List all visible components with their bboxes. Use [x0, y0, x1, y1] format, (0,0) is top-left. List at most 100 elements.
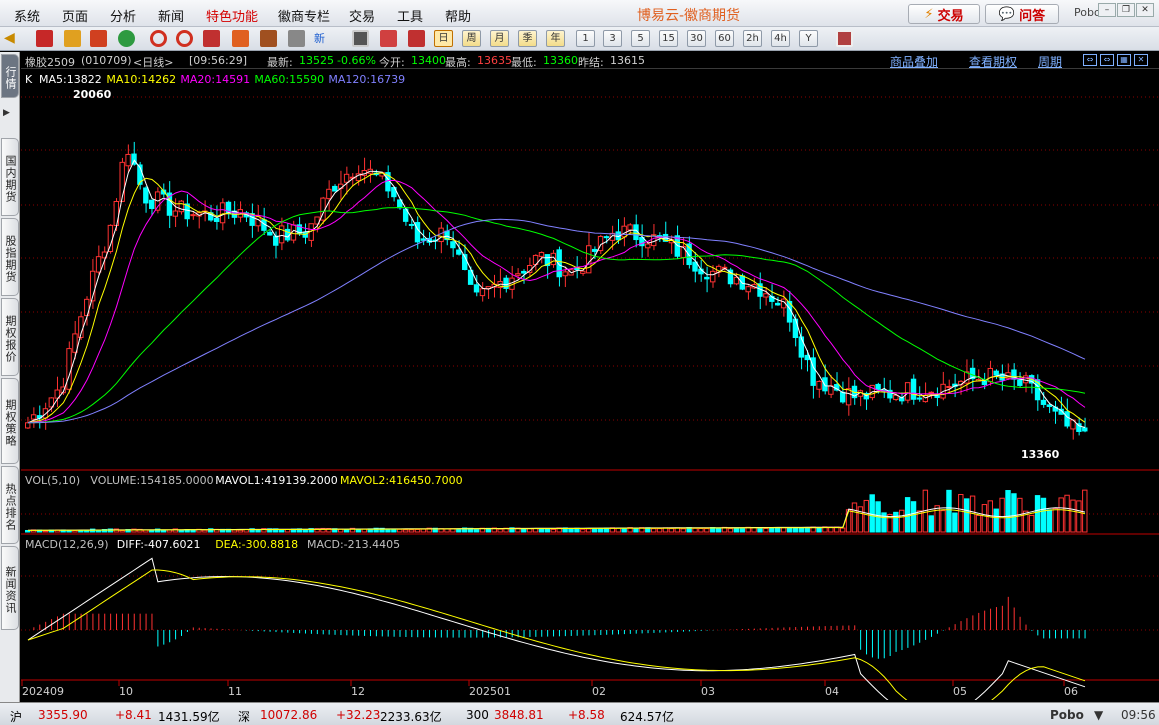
- volume-bar: [302, 529, 308, 533]
- period-2h-button[interactable]: 2h: [743, 30, 762, 47]
- candle-body: [1040, 399, 1047, 405]
- trade-button[interactable]: ⚡ 交易: [908, 4, 980, 24]
- chart-icon[interactable]: [408, 30, 425, 47]
- zoom-in-icon[interactable]: [150, 30, 167, 47]
- menu-special[interactable]: 特色功能: [206, 6, 258, 25]
- candle-body: [875, 383, 881, 390]
- menu-help[interactable]: 帮助: [445, 6, 471, 25]
- candle-body: [42, 408, 49, 419]
- filter-icon[interactable]: [288, 30, 305, 47]
- tab-news[interactable]: 新闻资讯: [1, 546, 19, 630]
- menu-news[interactable]: 新闻: [158, 6, 184, 25]
- layout-grid-icon[interactable]: ▦: [1117, 54, 1131, 66]
- volume-bar: [95, 530, 102, 533]
- volume-bar: [402, 529, 409, 533]
- report-icon[interactable]: [90, 30, 107, 47]
- pen-icon[interactable]: [232, 30, 249, 47]
- volume-bar: [857, 506, 864, 533]
- period-4h-button[interactable]: 4h: [771, 30, 790, 47]
- x-axis-label: 03: [701, 685, 715, 698]
- restore-icon[interactable]: ❐: [1117, 3, 1135, 17]
- expand-icon[interactable]: ⇔: [1100, 54, 1114, 66]
- volume-bar: [1028, 514, 1035, 533]
- period-1m-button[interactable]: 1: [576, 30, 595, 47]
- candle-body: [845, 388, 852, 406]
- candle-body: [178, 200, 184, 213]
- candle-body: [993, 370, 999, 376]
- period-week-button[interactable]: 周: [462, 30, 481, 47]
- open-value: 13400: [411, 54, 446, 67]
- database-icon[interactable]: [64, 30, 81, 47]
- home-icon[interactable]: [36, 30, 53, 47]
- view-options-link[interactable]: 查看期权: [969, 53, 1017, 70]
- tab-domestic-futures[interactable]: 国内期货: [1, 138, 19, 216]
- volume-bar: [769, 527, 775, 533]
- refresh-icon[interactable]: [118, 30, 135, 47]
- volume-bar: [1082, 489, 1088, 533]
- quote-info-bar: 橡胶2509 (010709) <日线> [09:56:29] 最新: 1352…: [21, 52, 1159, 69]
- candle-body: [704, 276, 710, 280]
- high-value: 13635: [477, 54, 512, 67]
- prev-settle-value: 13615: [610, 54, 645, 67]
- tick-icon[interactable]: [380, 30, 397, 47]
- period-quarter-button[interactable]: 季: [518, 30, 537, 47]
- layout-icon[interactable]: [203, 30, 220, 47]
- candle-body: [25, 422, 31, 429]
- period-year-button[interactable]: 年: [546, 30, 565, 47]
- macd-legend-1: DIFF:-407.6021: [117, 538, 201, 551]
- tab-hot-ranking[interactable]: 热点排名: [1, 466, 19, 544]
- trade-button-label: 交易: [937, 8, 964, 24]
- table-icon[interactable]: [352, 30, 369, 47]
- overlay-link[interactable]: 商品叠加: [890, 53, 938, 70]
- volume-legend-3: MAVOL2:416450.7000: [340, 474, 463, 487]
- tab-option-strategy[interactable]: 期权策略: [1, 378, 19, 464]
- menu-trade[interactable]: 交易: [349, 6, 375, 25]
- close-icon[interactable]: ✕: [1136, 3, 1154, 17]
- period-60m-button[interactable]: 60: [715, 30, 734, 47]
- menu-page[interactable]: 页面: [62, 6, 88, 25]
- period-3m-button[interactable]: 3: [603, 30, 622, 47]
- ask-button-label: 问答: [1019, 8, 1046, 24]
- period-30m-button[interactable]: 30: [687, 30, 706, 47]
- expand-arrow-icon[interactable]: ▶: [3, 108, 17, 122]
- tab-quotes[interactable]: 行情: [1, 54, 19, 98]
- period-link[interactable]: 周期: [1038, 53, 1062, 70]
- kline-chart[interactable]: 20060 13360 K MA5:13822 MA10:14262 MA20:14591…: [21, 70, 1159, 721]
- volume-bar: [981, 504, 988, 533]
- indicator-icon[interactable]: [260, 30, 277, 47]
- period-day-button[interactable]: 日: [434, 30, 453, 47]
- volume-bar: [1005, 490, 1011, 533]
- symbol-name: 橡胶2509: [25, 56, 75, 69]
- volume-bar: [119, 530, 125, 533]
- volume-bar: [910, 501, 917, 533]
- back-arrow-icon[interactable]: ◀: [4, 30, 21, 47]
- period-15m-button[interactable]: 15: [659, 30, 678, 47]
- csi300-amount: 624.57亿: [620, 710, 674, 724]
- period-5m-button[interactable]: 5: [631, 30, 650, 47]
- new-icon[interactable]: 新: [314, 30, 331, 47]
- shrink-icon[interactable]: ⇔: [1083, 54, 1097, 66]
- close-panel-icon[interactable]: ✕: [1134, 54, 1148, 66]
- tab-index-futures[interactable]: 股指期货: [1, 218, 19, 296]
- tab-option-quotes[interactable]: 期权报价: [1, 298, 19, 376]
- grid-icon[interactable]: [836, 30, 853, 47]
- menu-system[interactable]: 系统: [14, 6, 40, 25]
- volume-bar: [733, 527, 740, 533]
- menu-tools[interactable]: 工具: [397, 6, 423, 25]
- volume-bar: [633, 527, 639, 533]
- ask-button[interactable]: 💬 问答: [985, 4, 1059, 24]
- volume-bar: [816, 527, 822, 533]
- candle-body: [645, 243, 651, 249]
- volume-bar: [414, 528, 421, 533]
- volume-bar: [739, 528, 745, 533]
- signal-icon: ▼: [1094, 708, 1104, 722]
- candle-body: [143, 187, 149, 204]
- candle-body: [66, 348, 72, 390]
- minimize-icon[interactable]: –: [1098, 3, 1116, 17]
- period-month-button[interactable]: 月: [490, 30, 509, 47]
- volume-bar: [621, 528, 627, 533]
- menu-column[interactable]: 徽商专栏: [278, 6, 330, 25]
- menu-analysis[interactable]: 分析: [110, 6, 136, 25]
- period-custom-button[interactable]: Y: [799, 30, 818, 47]
- zoom-out-icon[interactable]: [176, 30, 193, 47]
